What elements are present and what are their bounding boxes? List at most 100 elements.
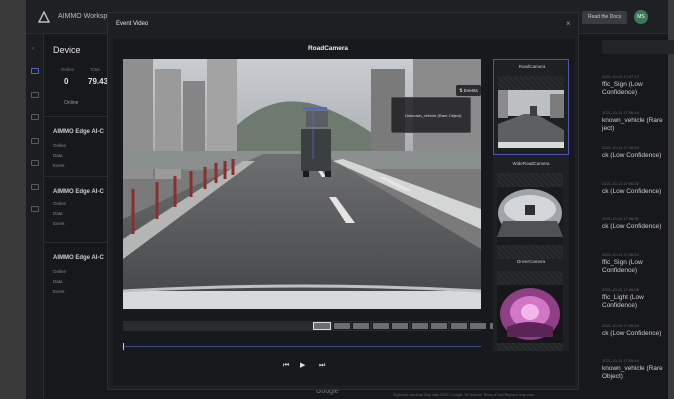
map-attribution[interactable]: Keyboard shortcuts Map data ©2021 Google…: [393, 393, 534, 397]
timeline-thumbnail[interactable]: [430, 322, 448, 330]
monitor-icon[interactable]: [31, 160, 39, 166]
modal-title: Event Video: [116, 21, 149, 27]
camera-option-wideroad[interactable]: WideRoadCamera: [493, 157, 569, 259]
camera-option-driver[interactable]: DriverCamera: [493, 255, 569, 351]
timeline-thumbnail[interactable]: [313, 322, 331, 330]
event-title: known_vehicle (Rare Object): [602, 365, 663, 380]
event-title: ck (Low Confidence): [602, 329, 662, 337]
aimmo-logo-icon: [38, 11, 50, 23]
avatar[interactable]: MS: [634, 10, 648, 24]
camera-title: RoadCamera: [307, 45, 349, 52]
device-card-row: Data: [53, 279, 63, 284]
event-time: 2021-10-11 17:06:20: [602, 251, 639, 257]
device-card-title: AIMMO Edge AI-C: [53, 189, 104, 195]
event-title: ffic_Light (Low Confidence): [602, 294, 644, 309]
stat-value-online: 0: [64, 77, 69, 86]
event-list-item[interactable]: 2021-10-11 17:07:12 ffic_Sign (Low Confid…: [594, 74, 674, 110]
stat-label-total: Total: [90, 67, 100, 72]
event-time: 2021-10-11 17:06:30: [602, 216, 639, 221]
previous-icon[interactable]: ⏮: [283, 362, 289, 370]
device-card-title: AIMMO Edge AI-C: [53, 129, 104, 135]
timeline-thumbnail[interactable]: [332, 322, 351, 330]
event-list-item[interactable]: 2021-10-11 17:05:44 known_vehicle (Rare O…: [594, 358, 674, 394]
device-panel: Device Online 0 Total 79.43 Online AIMMO…: [44, 34, 116, 399]
thumbnail-padding: [497, 173, 563, 187]
device-card-row: Online: [53, 201, 67, 206]
search-input[interactable]: [602, 40, 674, 54]
event-time: 2021-10-11 17:06:59: [602, 145, 639, 150]
timeline-thumbnail[interactable]: [410, 322, 429, 330]
event-list-item[interactable]: 2021-10-11 17:05:59 ck (Low Confidence): [594, 323, 674, 359]
event-list-item[interactable]: 2021-10-11 17:06:32 ck (Low Confidence): [594, 181, 674, 217]
timeline-thumbnail[interactable]: [391, 322, 409, 330]
event-title: ck (Low Confidence): [602, 187, 662, 195]
thumbnail-padding: [497, 271, 563, 285]
device-card-row: Data: [53, 153, 63, 158]
event-time: 2021-10-11 17:05:44: [602, 358, 639, 363]
play-icon[interactable]: ▶: [300, 362, 305, 370]
device-card-row: Data: [53, 211, 63, 216]
device-card[interactable]: AIMMO Edge AI-C Online Data Event: [44, 242, 116, 312]
events-button[interactable]: ⇅ Events: [456, 85, 481, 96]
timeline-thumbnail[interactable]: [352, 322, 370, 330]
thumbnail-padding: [498, 76, 564, 90]
device-card-row: Online: [53, 143, 67, 148]
event-list-item[interactable]: 2021-10-11 17:06:05 ffic_Light (Low Confi…: [594, 287, 674, 323]
progress-handle[interactable]: [123, 343, 124, 350]
camera-selector: RoadCamera WideRoadCamera DriverCamera: [493, 59, 569, 351]
camera-option-label: DriverCamera: [516, 259, 545, 264]
device-card-row: Online: [53, 269, 67, 274]
timeline-thumbnail[interactable]: [449, 322, 468, 330]
event-list-item[interactable]: 2021-10-11 17:06:30 ck (Low Confidence): [594, 216, 674, 252]
dashboard-icon[interactable]: [31, 68, 39, 74]
event-list: 2021-10-11 17:07:12 ffic_Sign (Low Confid…: [594, 34, 674, 399]
progress-bar[interactable]: [123, 346, 481, 347]
modal-body: RoadCamera ⇅ Events Unknown_vehicle (Rar…: [113, 39, 575, 385]
event-title: known_vehicle (Rare ject): [602, 116, 663, 132]
online-label: Online: [64, 100, 79, 106]
road-camera-thumbnail: [498, 90, 564, 148]
database-icon[interactable]: [31, 92, 39, 98]
device-card-row: Event: [53, 221, 65, 226]
device-card-row: Event: [53, 163, 65, 168]
thumbnail-padding: [497, 343, 563, 351]
event-time: 2021-10-11 17:07:12: [602, 74, 639, 79]
wide-road-camera-thumbnail: [497, 187, 563, 245]
event-title: ck (Low Confidence): [602, 152, 662, 159]
event-title: ffic_Sign (Low Confidence): [602, 258, 643, 274]
user-icon[interactable]: [31, 184, 39, 190]
event-list-item[interactable]: 2021-10-11 17:06:59 ck (Low Confidence): [594, 145, 674, 181]
event-title: ffic_Sign (Low Confidence): [602, 81, 643, 96]
close-icon[interactable]: ×: [566, 19, 571, 29]
settings-icon[interactable]: [31, 206, 39, 212]
timeline-thumbnail[interactable]: [371, 322, 390, 330]
device-heading: Device: [53, 45, 81, 55]
event-tag-label: Unknown_vehicle (Rare Object): [405, 113, 462, 118]
thumbnail-timeline[interactable]: [123, 321, 507, 331]
event-list-item[interactable]: 2021-10-11 17:06:44 known_vehicle (Rare j…: [594, 110, 674, 146]
vehicle-icon[interactable]: [31, 114, 39, 120]
timeline-thumbnail[interactable]: [469, 322, 487, 330]
camera-option-label: WideRoadCamera: [512, 161, 550, 166]
read-docs-button[interactable]: Read the Docs: [582, 11, 628, 24]
camera-option-road[interactable]: RoadCamera: [493, 59, 569, 155]
device-card[interactable]: AIMMO Edge AI-C Online Data Event: [44, 176, 116, 246]
video-player[interactable]: ⇅ Events Unknown_vehicle (Rare Object): [123, 59, 481, 309]
event-video-modal: Event Video × RoadCamera ⇅ Events Unknow…: [107, 12, 579, 390]
event-title: ck (Low Confidence): [602, 223, 662, 230]
event-tag[interactable]: Unknown_vehicle (Rare Object): [391, 97, 471, 133]
event-time: 2021-10-11 17:06:44: [602, 109, 639, 115]
next-icon[interactable]: ⏭: [319, 362, 325, 370]
events-button-label: Events: [464, 88, 478, 93]
stat-label-online: Online: [61, 67, 75, 72]
event-time: 2021-10-11 17:06:32: [602, 180, 639, 186]
left-rail: ‹: [26, 34, 44, 399]
collapse-icon[interactable]: ‹: [32, 46, 34, 52]
event-time: 2021-10-11 17:05:59: [602, 322, 639, 328]
storage-icon[interactable]: [31, 138, 39, 144]
camera-option-label: RoadCamera: [518, 64, 546, 69]
stat-value-total: 79.43: [88, 77, 109, 86]
device-card-title: AIMMO Edge AI-C: [53, 255, 104, 261]
driver-camera-thumbnail: [497, 285, 563, 343]
event-list-item[interactable]: 2021-10-11 17:06:20 ffic_Sign (Low Confid…: [594, 252, 674, 288]
